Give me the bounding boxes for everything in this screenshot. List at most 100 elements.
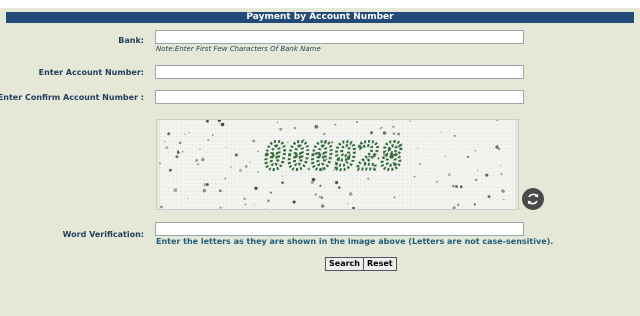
confirm-account-number-label: Enter Confirm Account Number : (0, 93, 144, 102)
captcha-noise-speck (219, 189, 222, 193)
form-title: Payment by Account Number (6, 12, 634, 23)
captcha-noise-speck (473, 203, 476, 206)
captcha-noise-speck (292, 200, 296, 204)
captcha-noise-speck (439, 131, 442, 133)
captcha-noise-speck (239, 168, 242, 172)
captcha-noise-speck (502, 198, 505, 201)
captcha-noise-speck (318, 195, 321, 198)
captcha-noise-speck (476, 169, 479, 172)
captcha-noise-speck (319, 184, 322, 187)
captcha-noise-speck (279, 127, 283, 131)
top-strip (0, 0, 640, 8)
captcha-noise-speck (254, 186, 258, 190)
captcha-noise-speck (234, 153, 238, 157)
captcha-noise-speck (453, 134, 456, 137)
captcha-noise-speck (219, 206, 222, 209)
bank-label: Bank: (118, 36, 144, 45)
captcha-noise-speck (379, 128, 381, 130)
captcha-noise-speck (206, 183, 209, 186)
verification-hint: Enter the letters as they are shown in t… (156, 237, 554, 246)
refresh-icon (527, 193, 539, 205)
captcha-noise-speck (459, 185, 463, 189)
captcha-noise-speck (310, 180, 314, 184)
captcha-noise-speck (334, 123, 337, 126)
captcha-noise-speck (392, 125, 395, 129)
captcha-noise-speck (225, 146, 227, 148)
captcha-noise-speck (267, 199, 270, 203)
word-verification-input[interactable] (155, 222, 524, 236)
captcha-noise-speck (321, 204, 325, 208)
captcha-noise-speck (495, 145, 499, 149)
captcha-noise-speck (314, 193, 317, 196)
captcha-noise-speck (276, 121, 278, 124)
account-number-label: Enter Account Number: (38, 68, 144, 77)
captcha-noise-speck (393, 196, 396, 199)
captcha-text: 000928 (261, 134, 407, 178)
captcha-noise-speck (167, 132, 171, 136)
captcha-noise-speck (188, 132, 190, 134)
captcha-noise-speck (474, 149, 477, 152)
search-button[interactable]: Search (325, 257, 364, 271)
captcha-noise-speck (314, 124, 319, 129)
refresh-captcha-button[interactable] (522, 188, 544, 210)
captcha-noise-speck (199, 148, 201, 150)
captcha-noise-speck (455, 185, 458, 188)
captcha-noise-speck (409, 120, 411, 122)
captcha-noise-speck (224, 177, 227, 180)
captcha-noise-speck (244, 165, 248, 168)
confirm-account-number-input[interactable] (155, 90, 524, 104)
captcha-noise-speck (452, 206, 456, 209)
captcha-noise-speck (184, 133, 186, 135)
captcha-noise-speck (264, 208, 266, 209)
word-verification-label: Word Verification: (62, 230, 144, 239)
captcha-noise-speck (205, 120, 209, 123)
captcha-noise-speck (497, 147, 501, 151)
captcha-noise-speck (466, 155, 469, 158)
captcha-noise-speck (257, 171, 259, 173)
captcha-noise-speck (219, 122, 221, 124)
captcha-noise-speck (391, 120, 393, 122)
captcha-noise-speck (269, 191, 272, 194)
captcha-image: 000928 (156, 119, 519, 210)
captcha-noise-speck (254, 204, 256, 206)
captcha-noise-speck (181, 150, 184, 153)
captcha-noise-speck (164, 141, 166, 143)
reset-button[interactable]: Reset (363, 257, 397, 271)
captcha-noise-speck (346, 203, 349, 205)
captcha-noise-speck (349, 192, 353, 196)
bank-note: Note:Enter First Few Characters Of Bank … (156, 45, 321, 53)
captcha-noise-speck (249, 161, 251, 163)
captcha-noise-speck (196, 163, 200, 166)
captcha-noise-speck (244, 203, 247, 206)
captcha-noise-speck (352, 206, 355, 209)
captcha-noise-speck (416, 147, 418, 149)
captcha-noise-speck (475, 178, 478, 181)
captcha-noise-speck (496, 120, 499, 122)
captcha-noise-speck (501, 189, 505, 193)
captcha-noise-speck (207, 138, 210, 142)
captcha-noise-speck (159, 205, 163, 209)
captcha-noise-speck (500, 165, 502, 167)
captcha-noise-speck (457, 203, 460, 206)
captcha-noise-speck (367, 177, 370, 180)
captcha-noise-speck (158, 162, 162, 165)
captcha-noise-speck (178, 141, 182, 145)
captcha-noise-speck (175, 155, 179, 159)
captcha-noise-speck (165, 146, 169, 149)
account-number-input[interactable] (155, 65, 524, 79)
captcha-noise-speck (281, 181, 284, 184)
captcha-noise-speck (487, 195, 491, 199)
captcha-noise-speck (444, 156, 446, 158)
captcha-noise-speck (177, 150, 180, 153)
captcha-noise-speck (201, 157, 205, 162)
captcha-noise-speck (413, 176, 416, 178)
captcha-noise-speck (293, 126, 297, 130)
captcha-noise-speck (452, 184, 455, 188)
bank-input[interactable] (155, 30, 524, 44)
captcha-noise-speck (355, 121, 358, 124)
captcha-noise-speck (220, 122, 225, 127)
captcha-noise-speck (195, 158, 199, 162)
captcha-noise-speck (436, 180, 438, 183)
captcha-noise-speck (243, 197, 246, 200)
captcha-noise-speck (500, 173, 503, 176)
